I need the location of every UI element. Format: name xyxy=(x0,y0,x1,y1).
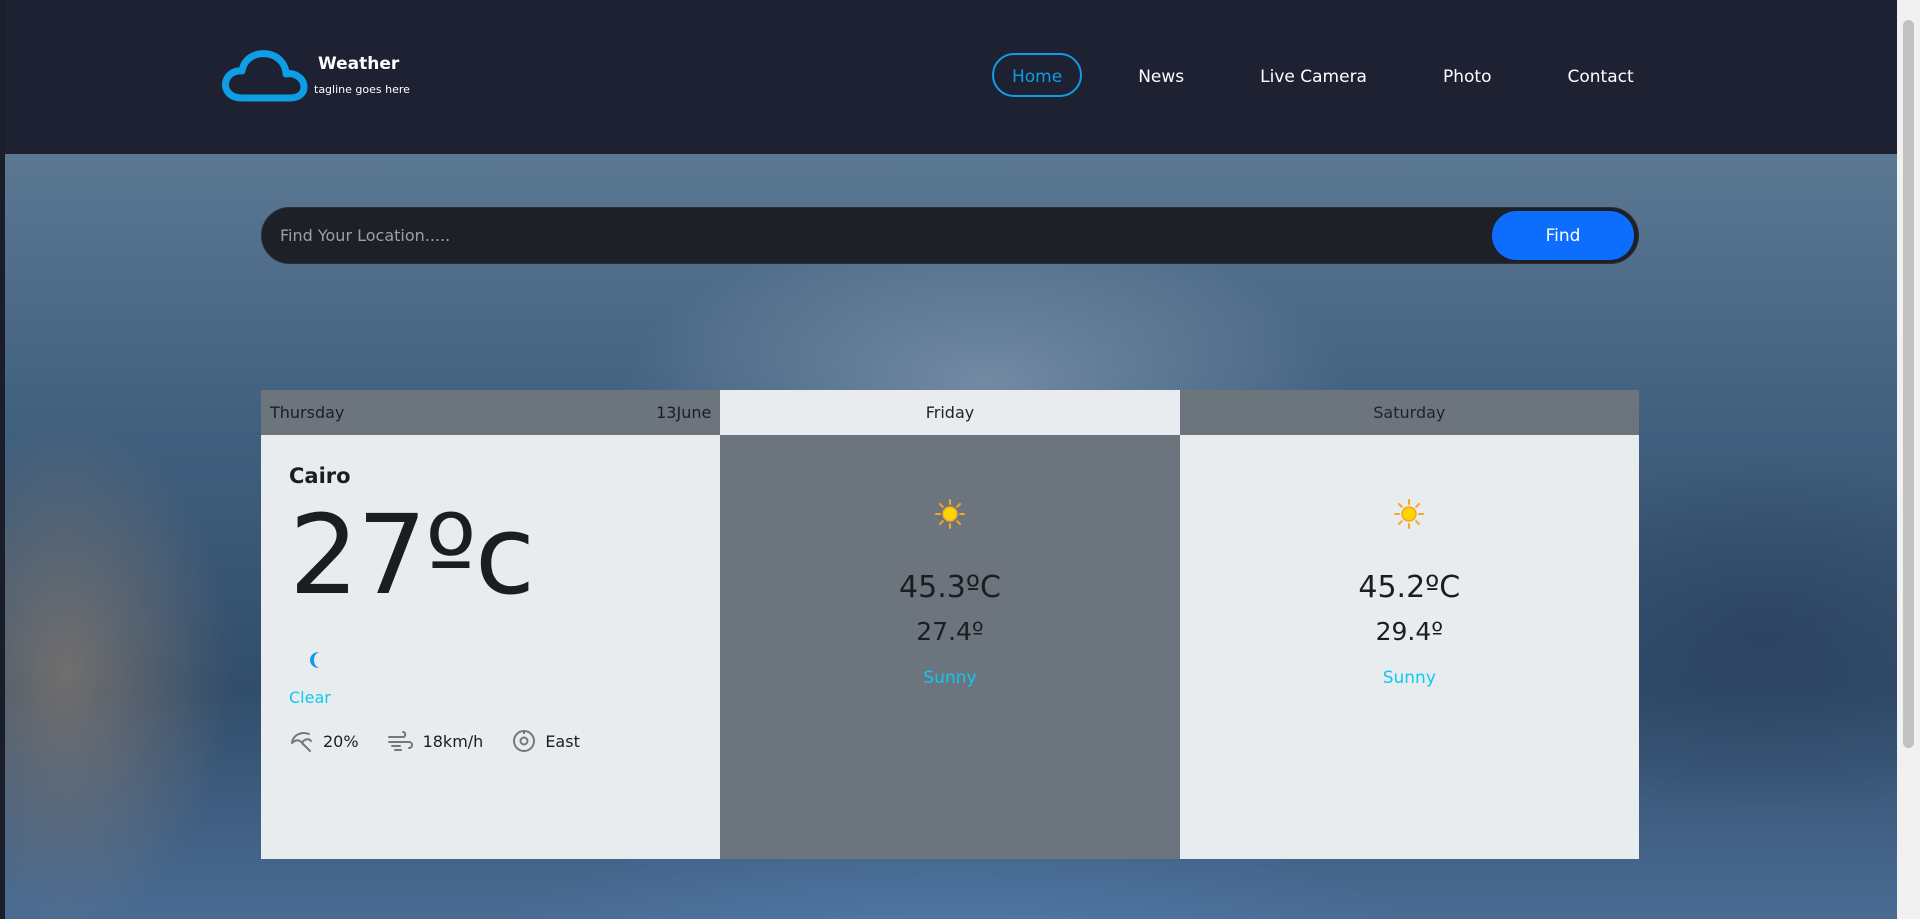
forecast-low-temp: 27.4º xyxy=(916,617,984,646)
brand-tagline: tagline goes here xyxy=(314,83,410,96)
today-day: Thursday xyxy=(270,403,345,422)
forecast-condition: Sunny xyxy=(923,668,977,688)
forecast-card-body: 45.2ºC 29.4º Sunny xyxy=(1179,435,1639,859)
today-stats: 20% 18km/h East xyxy=(289,729,692,753)
humidity-value: 20% xyxy=(323,731,359,751)
nav-live-camera[interactable]: Live Camera xyxy=(1240,53,1387,97)
site-header: Weather tagline goes here Home News Live… xyxy=(5,0,1897,154)
main-nav: Home News Live Camera Photo Contact xyxy=(992,53,1654,97)
today-condition: Clear xyxy=(289,688,331,707)
forecast-day-label: Saturday xyxy=(1179,390,1639,435)
current-temperature: 27ºc xyxy=(289,491,535,619)
wind-speed-value: 18km/h xyxy=(422,731,484,751)
find-button[interactable]: Find xyxy=(1492,211,1634,260)
forecast-high-temp: 45.2ºC xyxy=(1358,570,1461,605)
forecast-card-friday: Friday 45.3ºC 27.4º Sunny xyxy=(720,390,1180,859)
forecast-condition: Sunny xyxy=(1382,668,1436,688)
umbrella-icon xyxy=(291,732,312,752)
nav-photo[interactable]: Photo xyxy=(1423,53,1512,97)
sun-icon xyxy=(1393,498,1425,534)
forecast-table: Thursday 13June Cairo 27ºc Clear 20% 18k… xyxy=(261,390,1639,859)
page-scrollbar[interactable] xyxy=(1897,0,1920,919)
location-search-input[interactable] xyxy=(262,208,1492,263)
forecast-card-body: 45.3ºC 27.4º Sunny xyxy=(720,435,1180,859)
cloud-logo-icon xyxy=(222,50,308,102)
brand-name: Weather xyxy=(318,54,400,74)
forecast-day-label: Friday xyxy=(720,390,1180,435)
humidity-stat: 20% xyxy=(289,729,359,753)
compass-icon xyxy=(513,730,536,752)
forecast-high-temp: 45.3ºC xyxy=(899,570,1001,605)
today-card-header: Thursday 13June xyxy=(261,390,721,435)
forecast-low-temp: 29.4º xyxy=(1375,617,1444,646)
nav-home[interactable]: Home xyxy=(992,53,1083,97)
nav-contact[interactable]: Contact xyxy=(1547,53,1653,97)
wind-direction-stat: East xyxy=(511,729,580,753)
scrollbar-thumb[interactable] xyxy=(1903,20,1914,748)
moon-icon xyxy=(307,650,692,674)
nav-news[interactable]: News xyxy=(1118,53,1204,97)
city-name: Cairo xyxy=(289,464,351,488)
search-bar: Find xyxy=(261,207,1639,264)
wind-speed-stat: 18km/h xyxy=(387,729,484,753)
sun-icon xyxy=(934,498,966,534)
today-card-body: Cairo 27ºc Clear 20% 18km/h East xyxy=(261,435,721,859)
forecast-card-saturday: Saturday 45.2ºC 29.4º Sunny xyxy=(1179,390,1639,859)
wind-direction-value: East xyxy=(545,731,580,751)
logo[interactable]: Weather tagline goes here xyxy=(220,48,410,104)
today-date: 13June xyxy=(656,403,712,422)
wind-icon xyxy=(387,731,413,751)
today-card: Thursday 13June Cairo 27ºc Clear 20% 18k… xyxy=(261,390,721,859)
